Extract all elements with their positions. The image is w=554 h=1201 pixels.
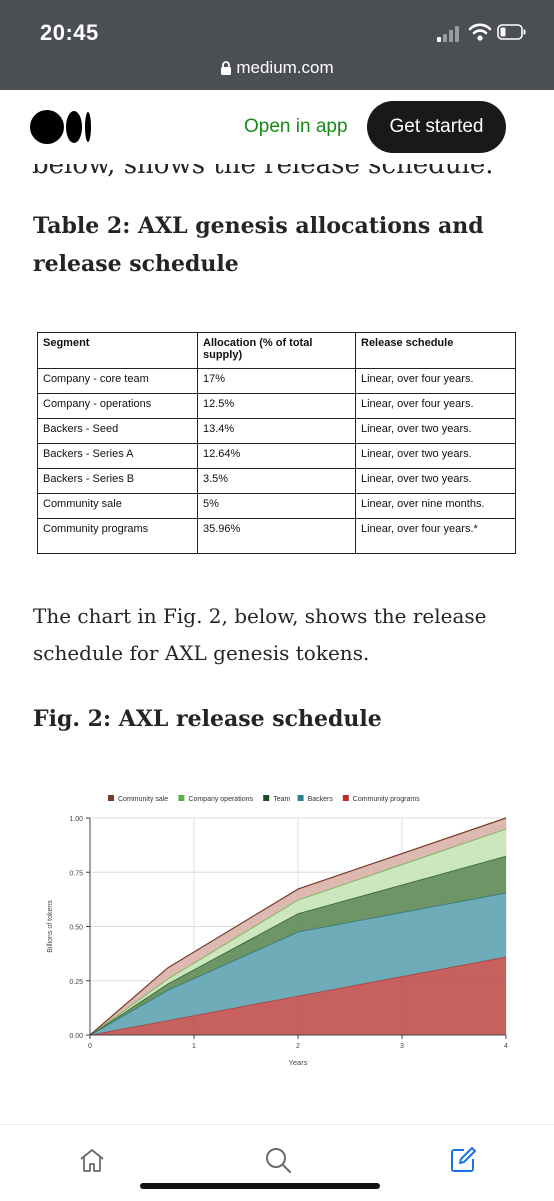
wifi-icon <box>468 23 492 41</box>
y-tick-label: 0.50 <box>69 925 83 932</box>
table-cell: Linear, over two years. <box>355 468 516 494</box>
table-cell: Linear, over four years.* <box>355 518 516 554</box>
table-row: Company - core team 17% Linear, over fou… <box>37 368 516 394</box>
status-bar: 20:45 medium.com <box>0 0 554 90</box>
paragraph: The chart in Fig. 2, below, shows the re… <box>33 604 487 665</box>
y-axis-label: Billions of tokens <box>47 900 54 953</box>
table-row: Backers - Series B 3.5% Linear, over two… <box>37 468 516 494</box>
battery-icon <box>497 24 526 40</box>
table-cell: 3.5% <box>197 468 356 494</box>
cellular-signal-icon <box>437 26 463 42</box>
table-row: Community programs 35.96% Linear, over f… <box>37 518 516 554</box>
lock-icon <box>221 61 232 75</box>
legend-label: Company operations <box>188 796 253 803</box>
table-cell: Company - core team <box>37 368 198 394</box>
x-axis-label: Years <box>289 1058 308 1067</box>
table-title: Table 2: AXL genesis allocations and rel… <box>33 213 484 277</box>
table-cell: Backers - Seed <box>37 418 198 444</box>
table-cell: 12.64% <box>197 443 356 469</box>
column-header-allocation: Allocation (% of total supply) <box>197 332 356 369</box>
table-cell: 5% <box>197 493 356 519</box>
x-tick-label: 2 <box>296 1043 300 1050</box>
y-tick-label: 1.00 <box>69 816 83 823</box>
table-cell: Backers - Series A <box>37 443 198 469</box>
release-schedule-chart: 0.00 0.25 0.50 0.75 1.00 0 1 2 3 4 Years Billions o… <box>47 795 508 1067</box>
table-cell: Community programs <box>37 518 198 554</box>
table-cell: 35.96% <box>197 518 356 554</box>
legend-swatch <box>342 795 349 801</box>
x-tick-label: 4 <box>504 1043 508 1050</box>
medium-logo-icon[interactable] <box>30 110 92 144</box>
legend-swatch <box>297 795 304 801</box>
x-tick-label: 0 <box>88 1043 92 1050</box>
table-cell: Linear, over four years. <box>355 393 516 419</box>
figure-title: Fig. 2: AXL release schedule <box>33 706 382 732</box>
x-tick-label: 1 <box>192 1043 196 1050</box>
table-row: Backers - Seed 13.4% Linear, over two ye… <box>37 418 516 444</box>
table-cell: Linear, over two years. <box>355 443 516 469</box>
table-row: Community sale 5% Linear, over nine mont… <box>37 493 516 519</box>
legend-label: Community sale <box>118 796 168 803</box>
table-row: Backers - Series A 12.64% Linear, over t… <box>37 443 516 469</box>
clock: 20:45 <box>40 20 99 45</box>
y-tick-label: 0.75 <box>69 870 83 877</box>
table-cell: 13.4% <box>197 418 356 444</box>
legend-swatch <box>263 795 270 801</box>
table-row: Company - operations 12.5% Linear, over … <box>37 393 516 419</box>
table-cell: 17% <box>197 368 356 394</box>
table-cell: Company - operations <box>37 393 198 419</box>
table-header-row: Segment Allocation (% of total supply) R… <box>37 332 516 369</box>
legend-swatch <box>108 795 114 801</box>
allocation-table: Segment Allocation (% of total supply) R… <box>37 332 516 554</box>
table-cell: Linear, over nine months. <box>355 493 516 519</box>
legend-label: Team <box>273 796 290 803</box>
table-cell: Community sale <box>37 493 198 519</box>
write-icon[interactable] <box>448 1145 478 1175</box>
address-bar[interactable]: medium.com <box>0 58 554 82</box>
home-icon[interactable] <box>77 1145 107 1175</box>
table-cell: Linear, over two years. <box>355 418 516 444</box>
table-cell: 12.5% <box>197 393 356 419</box>
legend-label: Community programs <box>353 796 420 803</box>
search-icon[interactable] <box>263 1145 293 1175</box>
legend-label: Backers <box>308 796 334 803</box>
table-cell: Backers - Series B <box>37 468 198 494</box>
home-indicator <box>140 1183 380 1189</box>
url-text: medium.com <box>236 58 334 77</box>
column-header-segment: Segment <box>37 332 198 369</box>
legend-swatch <box>178 795 185 801</box>
bottom-nav <box>0 1124 554 1201</box>
table-cell: Linear, over four years. <box>355 368 516 394</box>
open-in-app-link[interactable]: Open in app <box>244 116 348 138</box>
y-tick-label: 0.00 <box>69 1033 83 1040</box>
y-tick-label: 0.25 <box>69 979 83 986</box>
column-header-release: Release schedule <box>355 332 516 369</box>
get-started-button[interactable]: Get started <box>367 101 506 153</box>
x-tick-label: 3 <box>400 1043 404 1050</box>
